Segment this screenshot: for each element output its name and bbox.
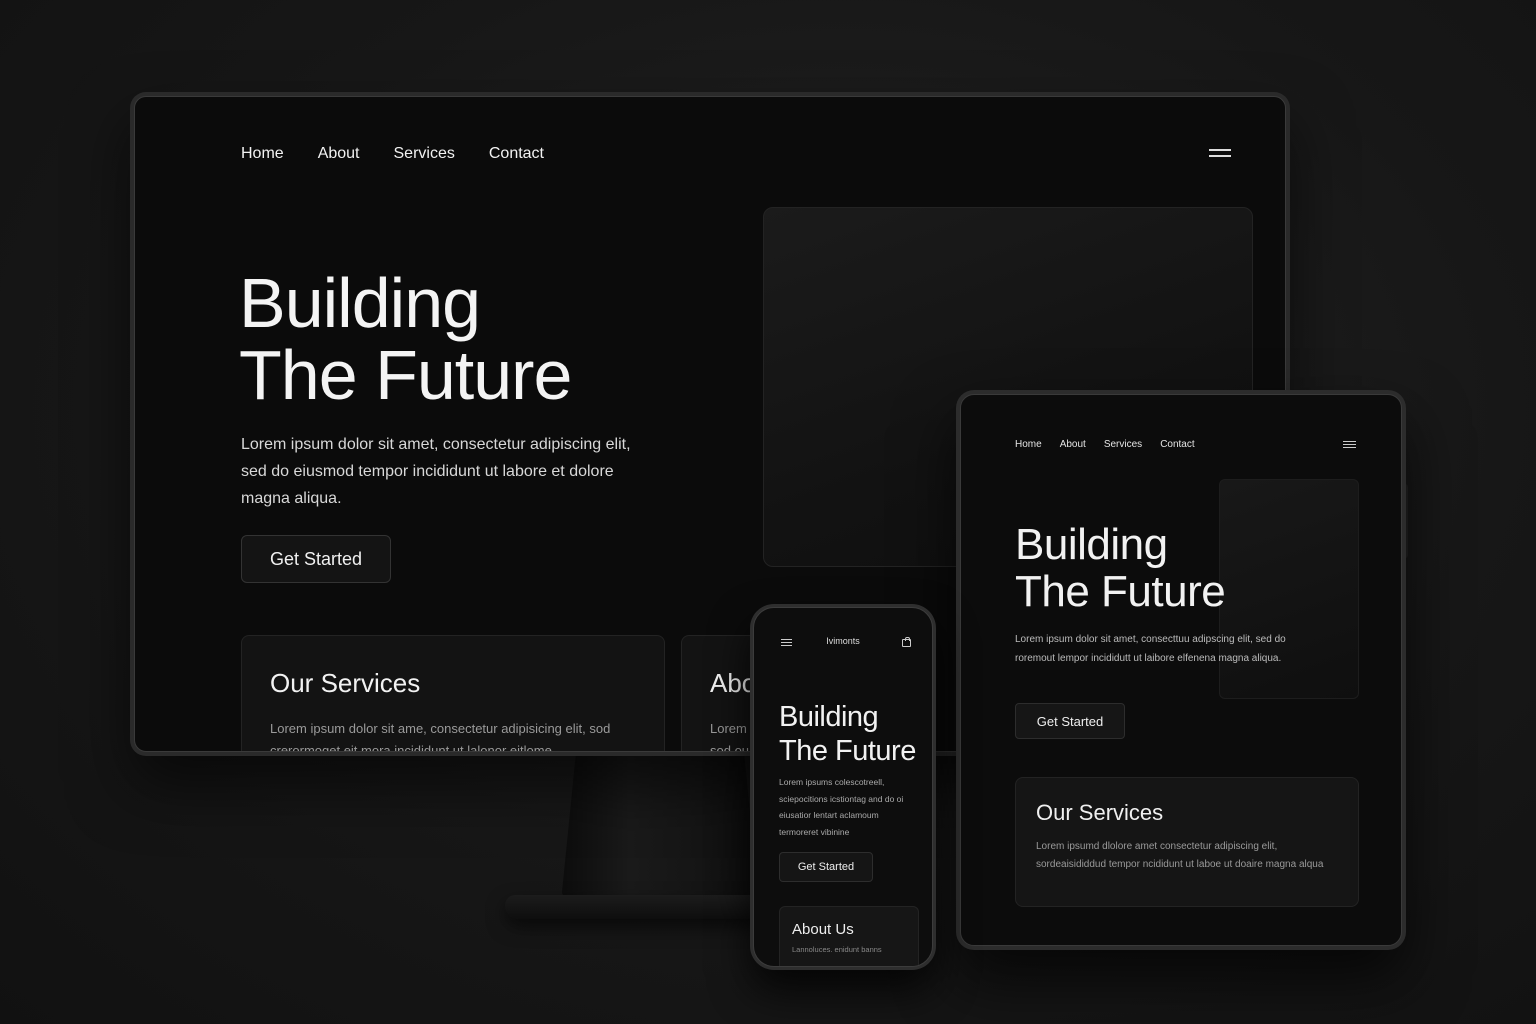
hamburger-menu-icon[interactable] (1209, 149, 1231, 157)
tablet-nav-services-link[interactable]: Services (1104, 439, 1142, 450)
phone-hero-heading: Building The Future (779, 700, 916, 768)
services-card-title: Our Services (270, 668, 421, 698)
phone-bag-icon[interactable] (902, 637, 911, 647)
get-started-button[interactable]: Get Started (241, 535, 391, 583)
phone-device: Ivimonts Building The Future Lorem ipsum… (750, 604, 936, 970)
tablet-device: Home About Services Contact Building The… (956, 390, 1406, 950)
tablet-get-started-button[interactable]: Get Started (1015, 703, 1125, 739)
phone-about-card-text: Lannoluces. enidunt banns (792, 945, 882, 954)
hero-heading: Building The Future (239, 264, 572, 414)
phone-hero-heading-line1: Building (779, 701, 879, 733)
desktop-nav: Home About Services Contact (241, 145, 544, 163)
nav-services-link[interactable]: Services (394, 145, 455, 163)
tablet-nav-home-link[interactable]: Home (1015, 439, 1042, 450)
about-card-text-line1: Lorem (710, 721, 747, 736)
tablet-screen: Home About Services Contact Building The… (960, 394, 1402, 946)
phone-about-card[interactable]: About Us Lannoluces. enidunt banns (779, 906, 919, 966)
hero-heading-line1: Building (239, 264, 481, 342)
phone-hero-heading-line2: The Future (779, 735, 916, 767)
phone-screen: Ivimonts Building The Future Lorem ipsum… (753, 607, 933, 967)
services-card[interactable]: Our Services Lorem ipsum dolor sit ame, … (241, 635, 665, 752)
tablet-nav: Home About Services Contact (1015, 439, 1195, 450)
tablet-services-card[interactable]: Our Services Lorem ipsumd dlolore amet c… (1015, 777, 1359, 907)
nav-contact-link[interactable]: Contact (489, 145, 544, 163)
monitor-stand-neck (560, 752, 760, 912)
tablet-services-card-text: Lorem ipsumd dlolore amet consectetur ad… (1036, 841, 1324, 870)
phone-hero-paragraph: Lorem ipsums colescotreell, sciepocition… (779, 777, 904, 837)
tablet-nav-contact-link[interactable]: Contact (1160, 439, 1194, 450)
services-card-text: Lorem ipsum dolor sit ame, consectetur a… (270, 721, 611, 752)
hero-heading-line2: The Future (239, 336, 572, 414)
tablet-services-card-title: Our Services (1036, 800, 1164, 825)
tablet-hamburger-menu-icon[interactable] (1343, 441, 1356, 448)
phone-get-started-button[interactable]: Get Started (779, 852, 873, 882)
nav-home-link[interactable]: Home (241, 145, 284, 163)
tablet-hero-paragraph: Lorem ipsum dolor sit amet, consecttuu a… (1015, 634, 1286, 664)
tablet-nav-about-link[interactable]: About (1060, 439, 1086, 450)
phone-about-card-title: About Us (792, 921, 854, 938)
tablet-hero-heading: Building The Future (1015, 520, 1226, 616)
hero-paragraph: Lorem ipsum dolor sit amet, consectetur … (241, 436, 631, 507)
about-card-text-line2: sod ou (710, 743, 750, 752)
tablet-hero-heading-line2: The Future (1015, 567, 1226, 616)
tablet-hero-heading-line1: Building (1015, 520, 1168, 569)
nav-about-link[interactable]: About (318, 145, 360, 163)
